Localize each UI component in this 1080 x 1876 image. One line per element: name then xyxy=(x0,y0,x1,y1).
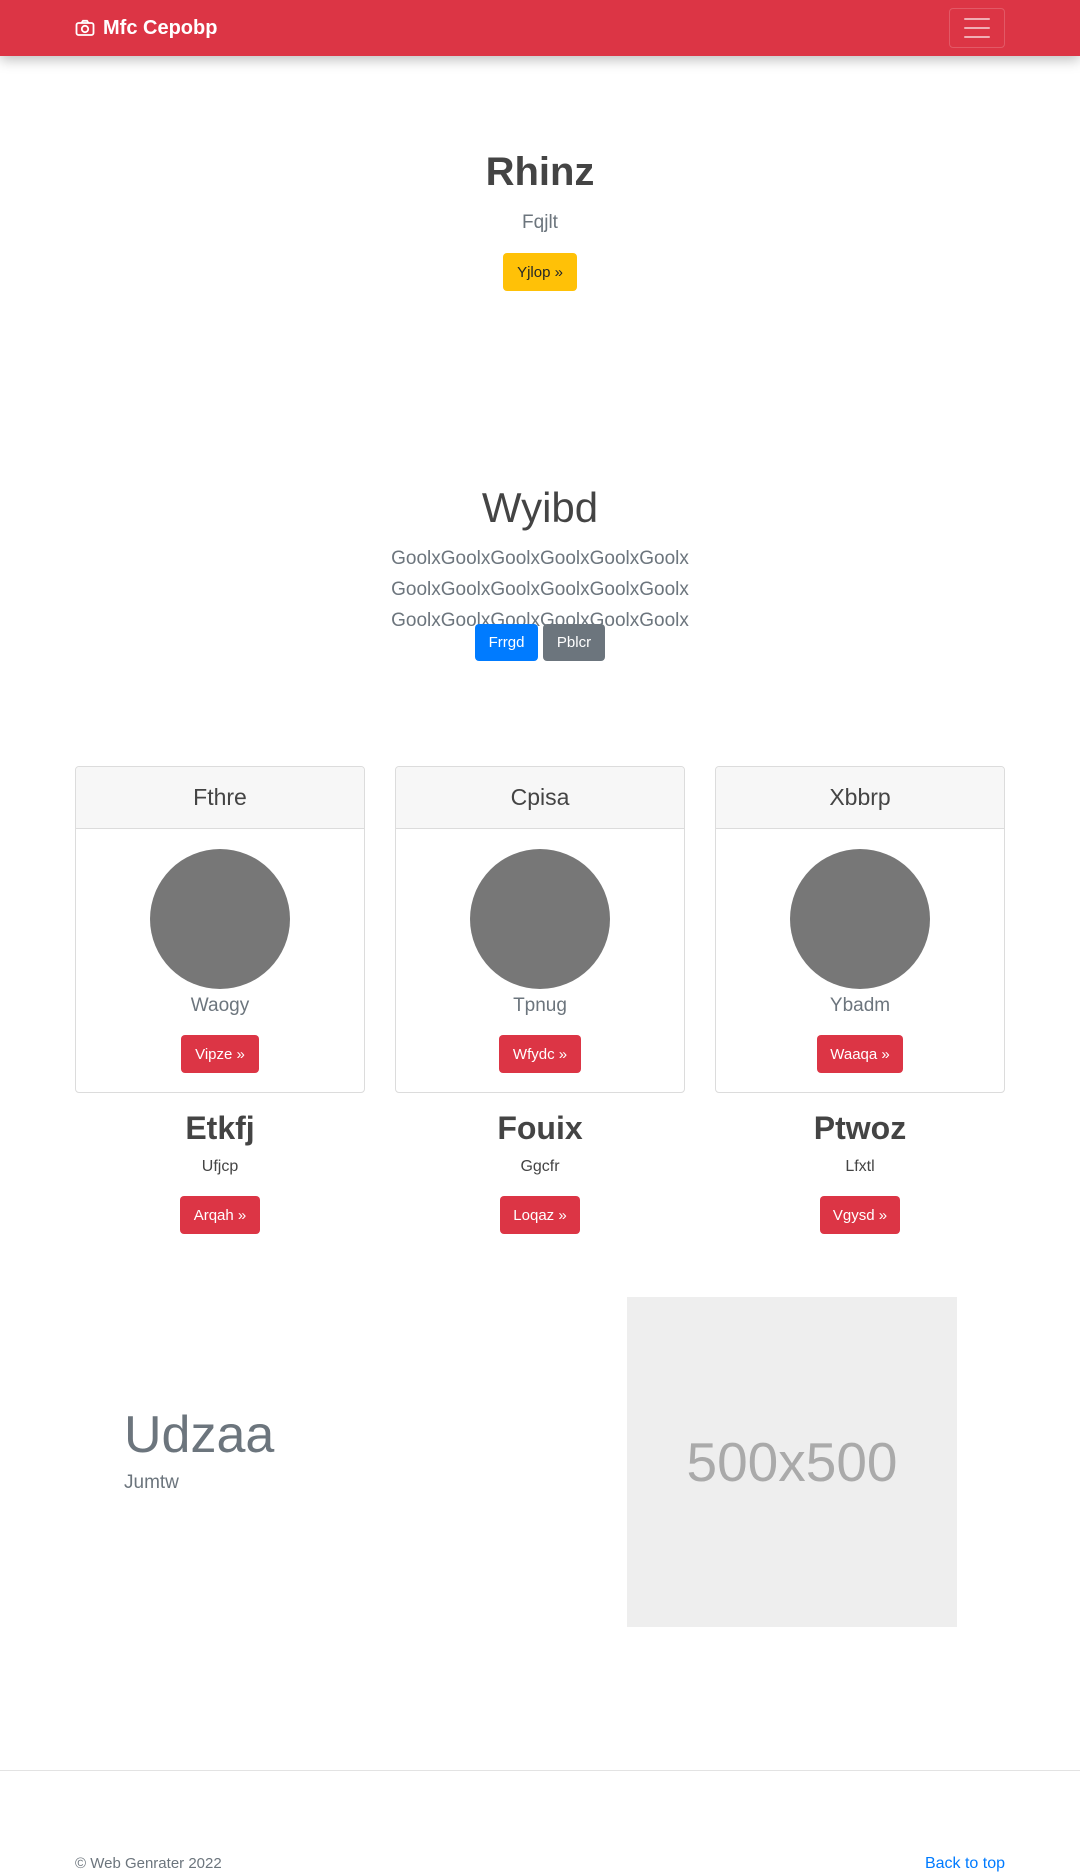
section-text: GoolxGoolxGoolxGoolxGoolxGoolx GoolxGool… xyxy=(391,548,689,631)
column-text: Ufjcp xyxy=(201,1158,239,1175)
footer-copyright: © Web Genrater 2022 xyxy=(75,1855,222,1872)
card-caption: Ybadm xyxy=(829,995,891,1016)
column-text: Lfxtl xyxy=(845,1158,875,1175)
avatar-placeholder xyxy=(790,849,930,989)
section-title: Wyibd xyxy=(481,484,599,531)
feature-subtitle: Jumtw xyxy=(124,1472,179,1493)
card-header: Cpisa xyxy=(396,767,684,829)
hero-subtitle: Fqjlt xyxy=(522,212,558,233)
navbar: Mfc Cepobp xyxy=(0,0,1080,56)
secondary-button[interactable]: Pblcr xyxy=(543,624,605,661)
hamburger-line xyxy=(964,27,990,29)
hero-title: Rhinz xyxy=(485,150,595,194)
column-title: Fouix xyxy=(497,1110,583,1146)
hero-button[interactable]: Yjlop » xyxy=(503,253,577,291)
hamburger-line xyxy=(964,36,990,38)
card-caption: Waogy xyxy=(190,995,250,1016)
column-button[interactable]: Loqaz » xyxy=(500,1196,580,1234)
image-placeholder-label: 500x500 xyxy=(686,1431,898,1493)
column-title: Etkfj xyxy=(185,1110,255,1146)
feature-title: Udzaa xyxy=(124,1406,275,1464)
avatar-placeholder xyxy=(150,849,290,989)
brand-text: Mfc Cepobp xyxy=(103,16,218,39)
navbar-brand[interactable]: Mfc Cepobp xyxy=(75,14,217,42)
card-header: Xbbrp xyxy=(716,767,1004,829)
hamburger-menu-icon xyxy=(964,18,990,20)
card-caption: Tpnug xyxy=(513,995,567,1016)
camera-icon xyxy=(75,19,95,36)
column-button[interactable]: Arqah » xyxy=(180,1196,260,1234)
column-title: Ptwoz xyxy=(813,1110,907,1146)
image-placeholder: 500x500 xyxy=(627,1297,957,1627)
card-button[interactable]: Waaqa » xyxy=(817,1035,903,1073)
card-header: Fthre xyxy=(76,767,364,829)
avatar-placeholder xyxy=(470,849,610,989)
back-to-top-link[interactable]: Back to top xyxy=(925,1855,1005,1873)
card-button[interactable]: Vipze » xyxy=(181,1035,259,1073)
navbar-toggler-button[interactable] xyxy=(949,8,1005,48)
column-text: Ggcfr xyxy=(520,1158,560,1175)
card-button[interactable]: Wfydc » xyxy=(499,1035,581,1073)
column-button[interactable]: Vgysd » xyxy=(820,1196,900,1234)
primary-button[interactable]: Frrgd xyxy=(475,624,538,661)
footer-divider xyxy=(0,1770,1080,1771)
